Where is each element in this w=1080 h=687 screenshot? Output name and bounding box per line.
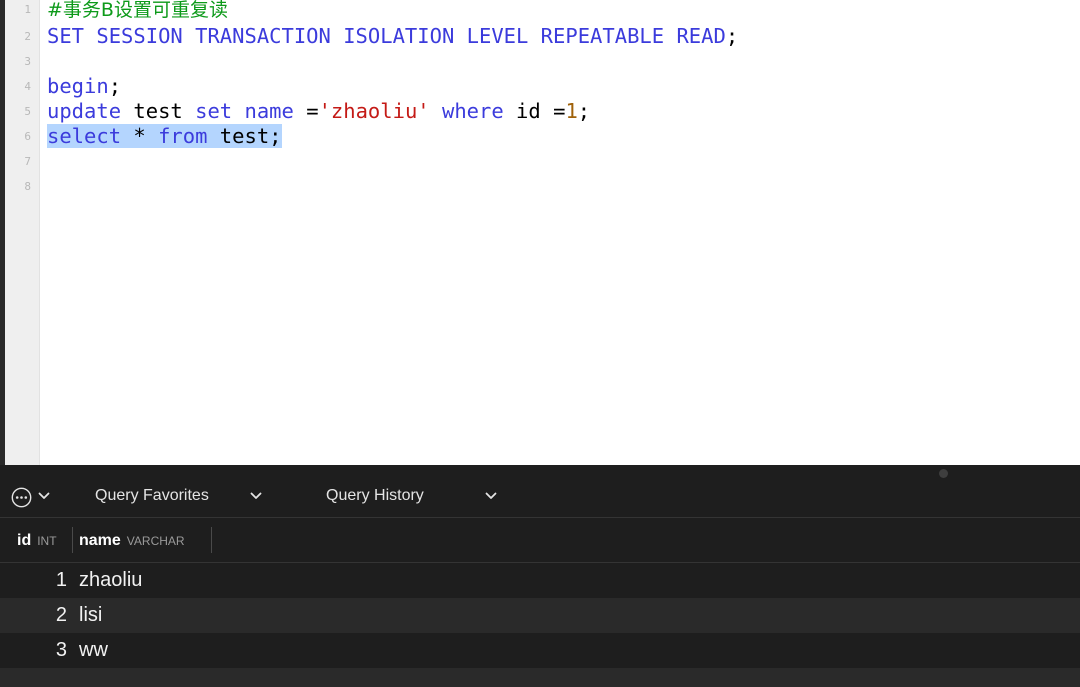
code-line-update: update test set name ='zhaoliu' where id… <box>47 99 590 124</box>
line-number-gutter: 1 2 3 4 5 6 7 8 <box>5 0 40 465</box>
split-resize-handle[interactable] <box>939 469 948 478</box>
sql-keyword: set <box>195 99 233 123</box>
sql-keyword: from <box>158 124 208 148</box>
line-number: 7 <box>24 155 31 168</box>
column-header-name[interactable]: name VARCHAR <box>79 518 185 562</box>
sql-number: 1 <box>565 99 578 123</box>
sql-text: test; <box>207 124 282 148</box>
sql-keyword: name <box>244 99 294 123</box>
line-number: 1 <box>24 3 31 16</box>
chevron-down-icon[interactable] <box>38 492 50 500</box>
line-number: 6 <box>24 130 31 143</box>
cell-name[interactable]: ww <box>79 633 108 668</box>
column-header-row: id INT name VARCHAR <box>0 518 1080 563</box>
column-header-id[interactable]: id INT <box>17 518 57 562</box>
sql-text: ; <box>577 99 591 123</box>
sql-keyword: where <box>442 99 504 123</box>
code-line-comment: #事务B设置可重复读 <box>47 0 228 22</box>
column-type: INT <box>37 534 57 548</box>
code-line-begin: begin; <box>47 74 121 99</box>
line-number: 3 <box>24 55 31 68</box>
query-favorites-button[interactable]: Query Favorites <box>95 465 209 517</box>
table-row[interactable]: 2 lisi <box>0 598 1080 633</box>
line-number: 8 <box>24 180 31 193</box>
column-type: VARCHAR <box>126 534 185 548</box>
sql-editor[interactable]: 1 2 3 4 5 6 7 8 #事务B设置可重复读 SET SESSION T… <box>0 0 1080 465</box>
sql-keyword: select <box>47 124 122 148</box>
query-history-button[interactable]: Query History <box>326 465 424 517</box>
sql-keyword: SET SESSION TRANSACTION ISOLATION LEVEL … <box>47 24 726 48</box>
code-line-set-isolation: SET SESSION TRANSACTION ISOLATION LEVEL … <box>47 24 738 49</box>
chevron-down-icon[interactable] <box>485 492 497 500</box>
sql-text: = <box>293 99 319 123</box>
sql-comment: #事务B设置可重复读 <box>47 0 228 21</box>
sql-text: id = <box>503 99 566 123</box>
cell-name[interactable]: lisi <box>79 598 102 633</box>
sql-keyword: begin <box>47 74 109 98</box>
chevron-down-icon[interactable] <box>250 492 262 500</box>
results-table: id INT name VARCHAR 1 zhaoliu 2 lisi 3 ww <box>0 517 1080 687</box>
text-selection: select * from test; <box>47 124 282 148</box>
line-number: 4 <box>24 80 31 93</box>
sql-keyword: update <box>47 99 122 123</box>
line-number: 5 <box>24 105 31 118</box>
line-number: 2 <box>24 30 31 43</box>
code-line-select-selected: select * from test; <box>47 124 282 149</box>
cell-id[interactable]: 3 <box>0 633 67 668</box>
cell-name[interactable]: zhaoliu <box>79 563 142 598</box>
sql-text: ; <box>108 74 122 98</box>
column-divider[interactable] <box>72 527 73 553</box>
table-row[interactable]: 3 ww <box>0 633 1080 668</box>
cell-id[interactable]: 1 <box>0 563 67 598</box>
query-toolbar: Query Favorites Query History <box>0 465 1080 517</box>
ellipsis-circle-icon[interactable] <box>11 487 32 508</box>
column-divider[interactable] <box>211 527 212 553</box>
sql-text: test <box>121 99 196 123</box>
cell-id[interactable]: 2 <box>0 598 67 633</box>
column-name: name <box>79 532 121 549</box>
column-name: id <box>17 532 32 549</box>
sql-text: * <box>121 124 159 148</box>
table-row[interactable]: 1 zhaoliu <box>0 563 1080 598</box>
sql-string: 'zhaoliu' <box>318 99 430 123</box>
sql-text: ; <box>725 24 739 48</box>
app-window: 1 2 3 4 5 6 7 8 #事务B设置可重复读 SET SESSION T… <box>0 0 1080 687</box>
table-row-empty <box>0 668 1080 687</box>
